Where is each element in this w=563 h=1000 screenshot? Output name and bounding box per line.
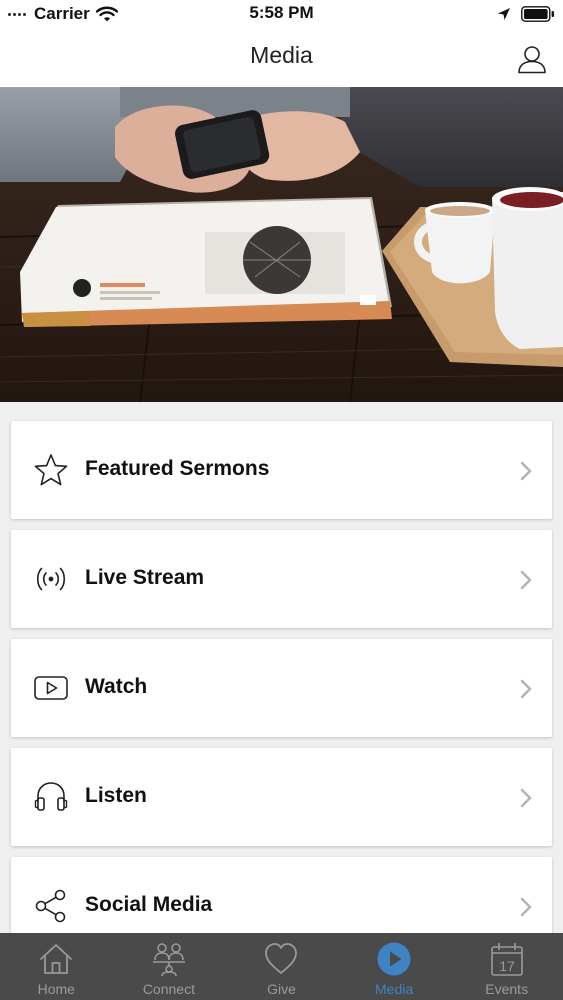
tab-label: Events bbox=[485, 981, 529, 997]
featured-sermons-item[interactable]: Featured Sermons bbox=[11, 421, 552, 519]
tab-connect[interactable]: Connect bbox=[113, 933, 226, 1000]
media-menu-list: Featured Sermons Live Stream Watch Liste… bbox=[11, 421, 552, 966]
play-box-icon bbox=[34, 676, 68, 700]
star-icon bbox=[34, 454, 68, 486]
chevron-right-icon bbox=[520, 788, 532, 808]
headphones-icon bbox=[34, 782, 68, 811]
calendar-day: 17 bbox=[499, 958, 515, 974]
home-icon bbox=[40, 944, 73, 974]
menu-item-label: Social Media bbox=[85, 893, 213, 916]
tab-give[interactable]: Give bbox=[225, 933, 338, 1000]
people-icon bbox=[152, 943, 185, 977]
hero-image bbox=[0, 87, 563, 402]
location-arrow-icon bbox=[498, 8, 510, 20]
status-bar: Carrier 5:58 PM bbox=[0, 0, 563, 28]
navigation-bar: Media bbox=[0, 28, 563, 87]
chevron-right-icon bbox=[520, 461, 532, 481]
tab-events[interactable]: 17 Events bbox=[450, 933, 563, 1000]
listen-item[interactable]: Listen bbox=[11, 748, 552, 846]
tab-label: Media bbox=[375, 981, 414, 997]
page-title: Media bbox=[250, 42, 313, 68]
tab-label: Home bbox=[37, 981, 75, 997]
tab-bar: Home Connect Give Media 17 Events bbox=[0, 933, 563, 1000]
broadcast-icon bbox=[36, 567, 66, 591]
live-stream-item[interactable]: Live Stream bbox=[11, 530, 552, 628]
calendar-icon: 17 bbox=[490, 943, 523, 976]
play-circle-icon bbox=[377, 942, 411, 976]
menu-item-label: Watch bbox=[85, 675, 148, 698]
menu-item-label: Live Stream bbox=[85, 566, 205, 589]
tab-home[interactable]: Home bbox=[0, 933, 113, 1000]
share-icon bbox=[35, 889, 66, 923]
chevron-right-icon bbox=[520, 570, 532, 590]
tab-label: Give bbox=[267, 981, 296, 997]
heart-icon bbox=[265, 943, 298, 974]
profile-icon[interactable] bbox=[517, 44, 547, 74]
battery-icon bbox=[521, 6, 554, 22]
watch-item[interactable]: Watch bbox=[11, 639, 552, 737]
status-time: 5:58 PM bbox=[249, 3, 314, 22]
tab-label: Connect bbox=[142, 981, 195, 997]
menu-item-label: Listen bbox=[85, 784, 147, 807]
chevron-right-icon bbox=[520, 679, 532, 699]
chevron-right-icon bbox=[520, 897, 532, 917]
tab-media[interactable]: Media bbox=[338, 933, 451, 1000]
menu-item-label: Featured Sermons bbox=[85, 457, 270, 480]
